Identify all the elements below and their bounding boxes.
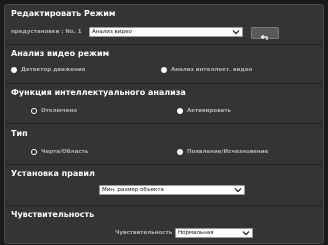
divider bbox=[5, 205, 323, 206]
appear-disappear-label: Появление/Исчезновение bbox=[187, 149, 269, 155]
edit-mode-panel: Редактировать Режим предустановки : No. … bbox=[4, 4, 324, 244]
divider bbox=[5, 44, 323, 45]
rules-select[interactable]: Мин. размер объекта bbox=[99, 185, 245, 195]
chevron-down-icon bbox=[242, 231, 250, 236]
sensitivity-select[interactable]: Нормальная bbox=[175, 228, 253, 238]
rules-select-value: Мин. размер объекта bbox=[102, 187, 164, 193]
intelligent-analysis-label: Анализ интеллект. видео bbox=[171, 67, 253, 73]
divider bbox=[5, 123, 323, 124]
panel-title: Редактировать Режим bbox=[11, 9, 116, 18]
sensitivity-label: Чувствительность bbox=[115, 230, 173, 236]
radio-disabled[interactable] bbox=[31, 108, 37, 114]
chevron-down-icon bbox=[232, 30, 240, 35]
motion-detector-label: Детектор движения bbox=[21, 67, 86, 73]
activate-label: Активировать bbox=[187, 108, 231, 114]
radio-activate[interactable] bbox=[177, 108, 183, 114]
sensitivity-title: Чувствительность bbox=[11, 210, 95, 219]
analysis-mode-title: Анализ видео режим bbox=[11, 49, 110, 58]
radio-line-area[interactable] bbox=[31, 149, 37, 155]
preset-select-value: Анализ видео bbox=[92, 29, 132, 35]
rules-title: Установка правил bbox=[11, 169, 95, 178]
chevron-down-icon bbox=[234, 188, 242, 193]
line-area-label: Черта/Область bbox=[41, 149, 89, 155]
radio-motion-detector[interactable] bbox=[11, 67, 17, 73]
radio-appear-disappear[interactable] bbox=[177, 149, 183, 155]
disabled-label: Отключено bbox=[41, 108, 78, 114]
presets-label: предустановки : No. 1 bbox=[11, 29, 82, 35]
divider bbox=[5, 164, 323, 165]
radio-intelligent-analysis[interactable] bbox=[161, 67, 167, 73]
sensitivity-select-value: Нормальная bbox=[178, 230, 214, 236]
type-title: Тип bbox=[11, 129, 28, 138]
intelligent-function-title: Функция интеллектуального анализа bbox=[11, 88, 186, 97]
preset-select[interactable]: Анализ видео bbox=[89, 27, 243, 37]
undo-button[interactable] bbox=[251, 27, 279, 40]
divider bbox=[5, 83, 323, 84]
undo-arrow-icon bbox=[260, 34, 268, 40]
